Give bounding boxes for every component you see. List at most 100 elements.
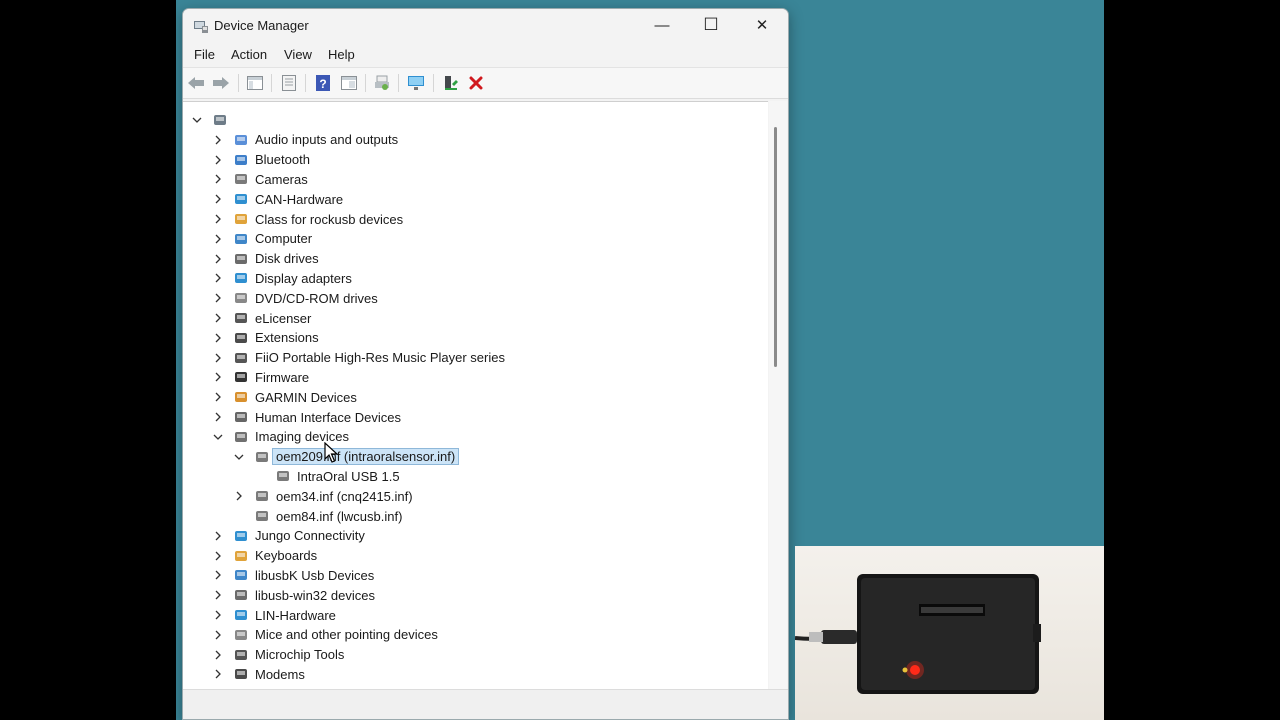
tree-category[interactable]: Mice and other pointing devices bbox=[212, 625, 438, 645]
view-icon[interactable] bbox=[340, 74, 358, 92]
chevron-right-icon[interactable] bbox=[212, 312, 224, 324]
tree-category[interactable]: libusbK Usb Devices bbox=[212, 565, 374, 585]
tree-device-item[interactable]: IntraOral USB 1.5 bbox=[254, 466, 400, 486]
tree-category[interactable]: Modems bbox=[212, 664, 305, 684]
menu-help[interactable]: Help bbox=[328, 47, 355, 62]
menu-bar: File Action View Help bbox=[183, 43, 788, 67]
tree-category[interactable]: CAN-Hardware bbox=[212, 189, 343, 209]
category-icon bbox=[233, 152, 249, 168]
tree-item-label: Human Interface Devices bbox=[255, 409, 401, 425]
chevron-right-icon[interactable] bbox=[212, 193, 224, 205]
chevron-right-icon[interactable] bbox=[212, 233, 224, 245]
chevron-right-icon[interactable] bbox=[212, 352, 224, 364]
back-arrow-icon[interactable] bbox=[187, 74, 205, 92]
mouse-cursor-icon bbox=[324, 442, 338, 463]
help-icon[interactable]: ? bbox=[314, 74, 332, 92]
tree-item-label: FiiO Portable High-Res Music Player seri… bbox=[255, 350, 505, 366]
chevron-right-icon[interactable] bbox=[212, 411, 224, 423]
vertical-scrollbar[interactable] bbox=[769, 101, 787, 689]
chevron-right-icon[interactable] bbox=[212, 154, 224, 166]
chevron-right-icon[interactable] bbox=[212, 649, 224, 661]
tree-item-label: libusb-win32 devices bbox=[255, 587, 375, 603]
tree-item-label: Jungo Connectivity bbox=[255, 528, 365, 544]
tree-category[interactable]: Jungo Connectivity bbox=[212, 526, 365, 546]
forward-arrow-icon[interactable] bbox=[212, 74, 230, 92]
print-icon[interactable] bbox=[373, 74, 391, 92]
chevron-right-icon[interactable] bbox=[212, 550, 224, 562]
scan-hardware-icon[interactable] bbox=[407, 74, 425, 92]
tree-category[interactable]: FiiO Portable High-Res Music Player seri… bbox=[212, 348, 505, 368]
uninstall-icon[interactable] bbox=[467, 74, 485, 92]
tree-category[interactable]: Human Interface Devices bbox=[212, 407, 401, 427]
tree-category[interactable]: Extensions bbox=[212, 328, 319, 348]
chevron-right-icon[interactable] bbox=[212, 668, 224, 680]
chevron-right-icon[interactable] bbox=[212, 589, 224, 601]
chevron-right-icon[interactable] bbox=[212, 173, 224, 185]
tree-category[interactable]: Cameras bbox=[212, 169, 308, 189]
imaging-device-icon bbox=[233, 429, 249, 445]
tree-category[interactable]: GARMIN Devices bbox=[212, 387, 357, 407]
tree-item-label: oem34.inf (cnq2415.inf) bbox=[276, 488, 413, 504]
tree-root[interactable] bbox=[191, 110, 234, 130]
scrollbar-thumb[interactable] bbox=[774, 127, 777, 367]
chevron-right-icon[interactable] bbox=[212, 371, 224, 383]
close-button[interactable]: ✕ bbox=[739, 9, 785, 41]
tree-category[interactable]: Class for rockusb devices bbox=[212, 209, 403, 229]
tree-category[interactable]: Microchip Tools bbox=[212, 645, 344, 665]
tree-category[interactable]: Bluetooth bbox=[212, 150, 310, 170]
tree-category[interactable]: eLicenser bbox=[212, 308, 311, 328]
chevron-right-icon[interactable] bbox=[212, 253, 224, 265]
category-icon bbox=[233, 330, 249, 346]
chevron-right-icon[interactable] bbox=[212, 609, 224, 621]
toolbar-separator bbox=[305, 74, 306, 92]
tree-category[interactable]: Computer bbox=[212, 229, 312, 249]
tree-driver-item[interactable]: oem209.inf (intraoralsensor.inf) bbox=[233, 447, 460, 467]
tree-category[interactable]: Firmware bbox=[212, 367, 309, 387]
chevron-right-icon[interactable] bbox=[212, 391, 224, 403]
chevron-right-icon[interactable] bbox=[212, 272, 224, 284]
chevron-right-icon[interactable] bbox=[212, 332, 224, 344]
chevron-right-icon[interactable] bbox=[212, 213, 224, 225]
chevron-down-icon[interactable] bbox=[191, 114, 203, 126]
menu-view[interactable]: View bbox=[284, 47, 312, 62]
tree-category[interactable]: Keyboards bbox=[212, 546, 317, 566]
imaging-device-icon bbox=[275, 468, 291, 484]
tree-item-label: eLicenser bbox=[255, 310, 312, 326]
tree-item-label: Cameras bbox=[255, 171, 308, 187]
category-icon bbox=[233, 627, 249, 643]
tree-category[interactable]: Audio inputs and outputs bbox=[212, 130, 398, 150]
tree-item-label: oem84.inf (lwcusb.inf) bbox=[276, 508, 403, 524]
tree-item-label: Extensions bbox=[255, 330, 319, 346]
tree-category[interactable]: LIN-Hardware bbox=[212, 605, 336, 625]
tree-item-label: Mice and other pointing devices bbox=[255, 627, 438, 643]
tree-category[interactable]: Display adapters bbox=[212, 268, 352, 288]
chevron-right-icon[interactable] bbox=[212, 569, 224, 581]
chevron-right-icon[interactable] bbox=[212, 629, 224, 641]
update-driver-icon[interactable] bbox=[442, 74, 460, 92]
chevron-down-icon[interactable] bbox=[233, 451, 245, 463]
tree-driver-item[interactable]: oem34.inf (cnq2415.inf) bbox=[233, 486, 413, 506]
hardware-device-photo bbox=[795, 546, 1104, 720]
tree-item-label: GARMIN Devices bbox=[255, 389, 357, 405]
chevron-right-icon[interactable] bbox=[212, 134, 224, 146]
maximize-button[interactable]: ☐ bbox=[688, 9, 734, 41]
category-icon bbox=[233, 548, 249, 564]
chevron-right-icon[interactable] bbox=[233, 490, 245, 502]
tree-item-label: Display adapters bbox=[255, 270, 352, 286]
tree-driver-item[interactable]: oem84.inf (lwcusb.inf) bbox=[233, 506, 402, 526]
minimize-button[interactable]: — bbox=[639, 9, 685, 41]
title-bar[interactable]: Device Manager — ☐ ✕ bbox=[183, 9, 788, 43]
chevron-down-icon[interactable] bbox=[212, 431, 224, 443]
properties-icon[interactable] bbox=[280, 74, 298, 92]
chevron-right-icon[interactable] bbox=[212, 530, 224, 542]
tree-category[interactable]: Disk drives bbox=[212, 249, 319, 269]
tree-category[interactable]: DVD/CD-ROM drives bbox=[212, 288, 378, 308]
menu-action[interactable]: Action bbox=[231, 47, 267, 62]
device-manager-icon bbox=[193, 18, 209, 34]
menu-file[interactable]: File bbox=[194, 47, 215, 62]
tree-category[interactable]: libusb-win32 devices bbox=[212, 585, 375, 605]
chevron-right-icon[interactable] bbox=[212, 292, 224, 304]
show-hide-tree-icon[interactable] bbox=[246, 74, 264, 92]
tree-item-label: oem209.inf (intraoralsensor.inf) bbox=[272, 448, 460, 466]
